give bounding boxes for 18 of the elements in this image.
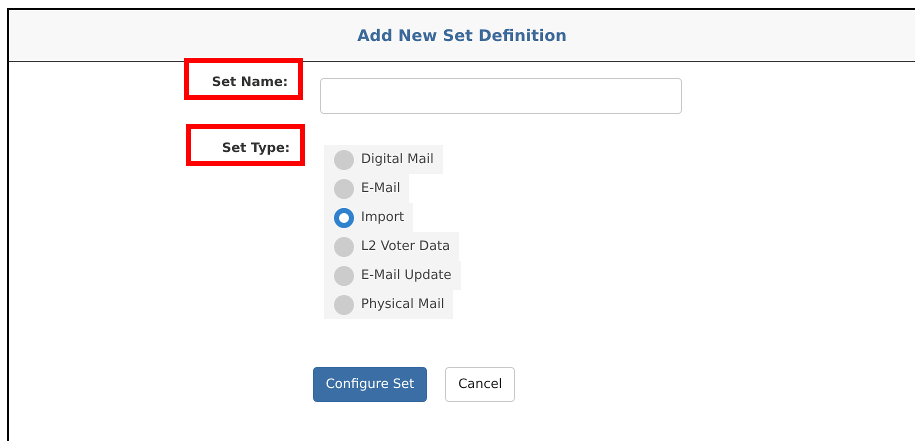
radio-option[interactable]: Digital Mail: [324, 145, 443, 174]
field-label: Set Name:: [184, 58, 303, 100]
radio-button[interactable]: [334, 266, 354, 286]
radio-button[interactable]: [334, 294, 354, 314]
radio-button[interactable]: [334, 150, 354, 170]
radio-option[interactable]: L2 Voter Data: [324, 232, 460, 261]
radio-option[interactable]: Physical Mail: [324, 290, 454, 319]
radio-button[interactable]: [334, 178, 354, 198]
dialog-title: Add New Set Definition: [357, 26, 567, 45]
radio-button[interactable]: [334, 236, 354, 256]
radio-option[interactable]: Import: [324, 203, 414, 232]
field-label: Set Type:: [186, 124, 305, 166]
cancel-button[interactable]: Cancel: [445, 367, 516, 402]
radio-button[interactable]: [334, 208, 354, 228]
radio-option[interactable]: E-Mail: [324, 174, 410, 203]
radio-option[interactable]: E-Mail Update: [324, 261, 461, 290]
configure-button[interactable]: Configure Set: [312, 367, 428, 402]
set-name-field[interactable]: [320, 78, 682, 114]
